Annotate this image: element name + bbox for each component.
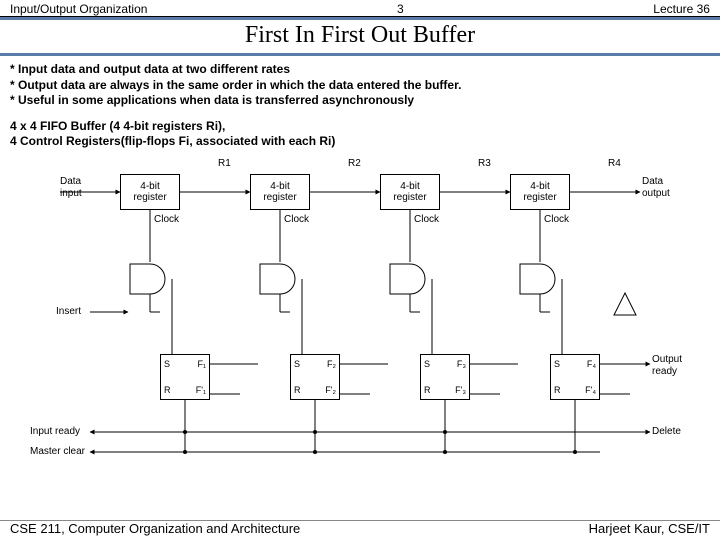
- ff3-s: S: [424, 359, 430, 369]
- data-output-1: Data: [642, 176, 663, 187]
- bullet-3: * Useful in some applications when data …: [10, 93, 710, 109]
- register-4: 4-bit register: [510, 174, 570, 210]
- wiring-svg: [10, 154, 710, 474]
- and-gate-3: [388, 262, 432, 296]
- bullet-2: * Output data are always in the same ord…: [10, 78, 710, 94]
- ff2-qb: F'₂: [325, 385, 336, 395]
- ff4-qb: F'₄: [585, 385, 596, 395]
- ff4-q: F₄: [587, 359, 596, 369]
- label-r4: R4: [608, 158, 621, 169]
- header-row: Input/Output Organization 3 Lecture 36: [0, 0, 720, 17]
- label-r1: R1: [218, 158, 231, 169]
- ff3-qb: F'₃: [455, 385, 466, 395]
- desc-line-2: 4 Control Registers(flip-flops Fi, assoc…: [10, 134, 710, 150]
- output-ready-1: Output: [652, 354, 682, 365]
- description: 4 x 4 FIFO Buffer (4 4-bit registers Ri)…: [0, 115, 720, 154]
- reg4-l1: 4-bit: [511, 181, 569, 192]
- flipflop-1: S R F₁ F'₁: [160, 354, 210, 400]
- ff2-q: F₂: [327, 359, 336, 369]
- label-r2: R2: [348, 158, 361, 169]
- ff2-r: R: [294, 385, 301, 395]
- ff1-q: F₁: [197, 359, 206, 369]
- label-r3: R3: [478, 158, 491, 169]
- master-clear-label: Master clear: [30, 446, 85, 457]
- fifo-diagram: R1 R2 R3 R4 4-bit register 4-bit registe…: [10, 154, 710, 474]
- ff4-s: S: [554, 359, 560, 369]
- reg4-l2: register: [511, 192, 569, 203]
- header-right: Lecture 36: [653, 2, 710, 16]
- clock-1: Clock: [154, 214, 179, 225]
- reg1-l1: 4-bit: [121, 181, 179, 192]
- reg2-l2: register: [251, 192, 309, 203]
- ff3-q: F₃: [457, 359, 466, 369]
- page-title: First In First Out Buffer: [0, 17, 720, 56]
- and-gate-2: [258, 262, 302, 296]
- ff1-s: S: [164, 359, 170, 369]
- clock-3: Clock: [414, 214, 439, 225]
- reg3-l2: register: [381, 192, 439, 203]
- delete-label: Delete: [652, 426, 681, 437]
- data-input-2: input: [60, 188, 82, 199]
- data-input-1: Data: [60, 176, 81, 187]
- header-left: Input/Output Organization: [10, 2, 147, 16]
- ff3-r: R: [424, 385, 431, 395]
- output-ready-2: ready: [652, 366, 677, 377]
- reg2-l1: 4-bit: [251, 181, 309, 192]
- input-ready-label: Input ready: [30, 426, 80, 437]
- ff1-r: R: [164, 385, 171, 395]
- reg3-l1: 4-bit: [381, 181, 439, 192]
- desc-line-1: 4 x 4 FIFO Buffer (4 4-bit registers Ri)…: [10, 119, 710, 135]
- reg1-l2: register: [121, 192, 179, 203]
- footer: CSE 211, Computer Organization and Archi…: [0, 520, 720, 536]
- flipflop-2: S R F₂ F'₂: [290, 354, 340, 400]
- ff1-qb: F'₁: [196, 385, 206, 395]
- footer-right: Harjeet Kaur, CSE/IT: [589, 521, 710, 536]
- clock-2: Clock: [284, 214, 309, 225]
- insert-label: Insert: [56, 306, 81, 317]
- footer-left: CSE 211, Computer Organization and Archi…: [10, 521, 300, 536]
- buffer-icon: [610, 289, 640, 319]
- header-center: 3: [397, 2, 404, 16]
- and-gate-1: [128, 262, 172, 296]
- ff4-r: R: [554, 385, 561, 395]
- bullet-1: * Input data and output data at two diff…: [10, 62, 710, 78]
- clock-4: Clock: [544, 214, 569, 225]
- flipflop-4: S R F₄ F'₄: [550, 354, 600, 400]
- register-2: 4-bit register: [250, 174, 310, 210]
- register-3: 4-bit register: [380, 174, 440, 210]
- flipflop-3: S R F₃ F'₃: [420, 354, 470, 400]
- register-1: 4-bit register: [120, 174, 180, 210]
- bullet-list: * Input data and output data at two diff…: [0, 56, 720, 115]
- ff2-s: S: [294, 359, 300, 369]
- and-gate-4: [518, 262, 562, 296]
- data-output-2: output: [642, 188, 670, 199]
